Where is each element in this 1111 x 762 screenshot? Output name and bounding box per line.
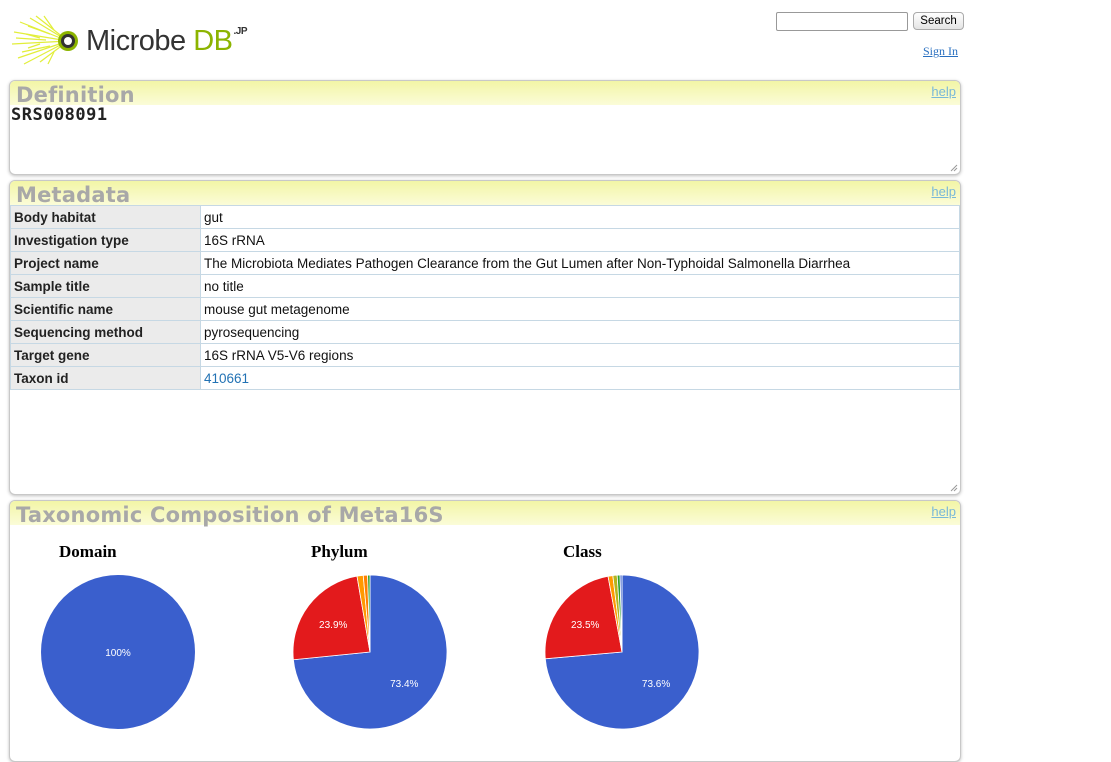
class-chart-title: Class	[563, 542, 602, 561]
metadata-panel: Metadata help Body habitat gut Investigat…	[9, 180, 961, 495]
pie-label: 100%	[105, 648, 131, 659]
domain-pie-chart: 100%	[41, 575, 195, 729]
domain-chart-title: Domain	[59, 542, 117, 561]
table-row: Taxon id 410661	[10, 366, 960, 390]
pie-label: 73.6%	[642, 679, 670, 690]
definition-title: Definition	[16, 83, 135, 107]
table-row: Investigation type 16S rRNA	[10, 228, 960, 252]
sign-in-link[interactable]: Sign In	[923, 44, 958, 59]
class-pie-chart: 73.6% 23.5%	[544, 574, 700, 730]
table-row: Sequencing method pyrosequencing	[10, 320, 960, 344]
pie-label: 73.4%	[390, 679, 418, 690]
composition-help-link[interactable]: help	[931, 504, 956, 519]
phylum-pie-chart: 73.4% 23.9%	[292, 574, 448, 730]
metadata-key: Sequencing method	[10, 320, 201, 344]
metadata-value: 16S rRNA	[200, 228, 960, 252]
metadata-key: Sample title	[10, 274, 201, 298]
definition-help-link[interactable]: help	[931, 84, 956, 99]
table-row: Body habitat gut	[10, 205, 960, 229]
metadata-key: Body habitat	[10, 205, 201, 229]
table-row: Scientific name mouse gut metagenome	[10, 297, 960, 321]
definition-panel: Definition help SRS008091	[9, 80, 961, 175]
logo-db: DB	[193, 25, 233, 57]
metadata-key: Project name	[10, 251, 201, 275]
logo-wordmark: Microbe DB.JP	[86, 25, 248, 58]
table-row: Target gene 16S rRNA V5-V6 regions	[10, 343, 960, 367]
resize-grip-icon[interactable]	[950, 164, 958, 172]
metadata-key: Taxon id	[10, 366, 201, 390]
metadata-header: Metadata help	[10, 181, 960, 207]
metadata-value: gut	[200, 205, 960, 229]
pie-slice	[292, 575, 371, 661]
pie-label: 23.9%	[319, 620, 347, 631]
metadata-key: Investigation type	[10, 228, 201, 252]
sample-id: SRS008091	[11, 105, 108, 125]
search-button[interactable]: Search	[913, 12, 964, 30]
pie-label: 23.5%	[571, 620, 599, 631]
logo-jp: .JP	[233, 26, 248, 37]
metadata-value: 16S rRNA V5-V6 regions	[200, 343, 960, 367]
metadata-value: pyrosequencing	[200, 320, 960, 344]
metadata-value: The Microbiota Mediates Pathogen Clearan…	[200, 251, 960, 275]
composition-header: Taxonomic Composition of Meta16S help	[10, 501, 960, 527]
metadata-title: Metadata	[16, 183, 131, 207]
logo-icon	[11, 15, 78, 65]
metadata-value: mouse gut metagenome	[200, 297, 960, 321]
metadata-value: 410661	[200, 366, 960, 390]
search-input[interactable]	[776, 12, 908, 31]
definition-header: Definition help	[10, 81, 960, 107]
resize-grip-icon[interactable]	[950, 484, 958, 492]
logo-text: Microbe	[86, 25, 186, 57]
metadata-key: Target gene	[10, 343, 201, 367]
taxon-id-link[interactable]: 410661	[204, 371, 249, 386]
table-row: Project name The Microbiota Mediates Path…	[10, 251, 960, 275]
metadata-table: Body habitat gut Investigation type 16S rR…	[10, 205, 960, 390]
metadata-key: Scientific name	[10, 297, 201, 321]
phylum-chart-title: Phylum	[311, 542, 368, 561]
metadata-help-link[interactable]: help	[931, 184, 956, 199]
metadata-value: no title	[200, 274, 960, 298]
composition-title: Taxonomic Composition of Meta16S	[16, 503, 444, 527]
composition-panel: Taxonomic Composition of Meta16S help Do…	[9, 500, 961, 762]
table-row: Sample title no title	[10, 274, 960, 298]
